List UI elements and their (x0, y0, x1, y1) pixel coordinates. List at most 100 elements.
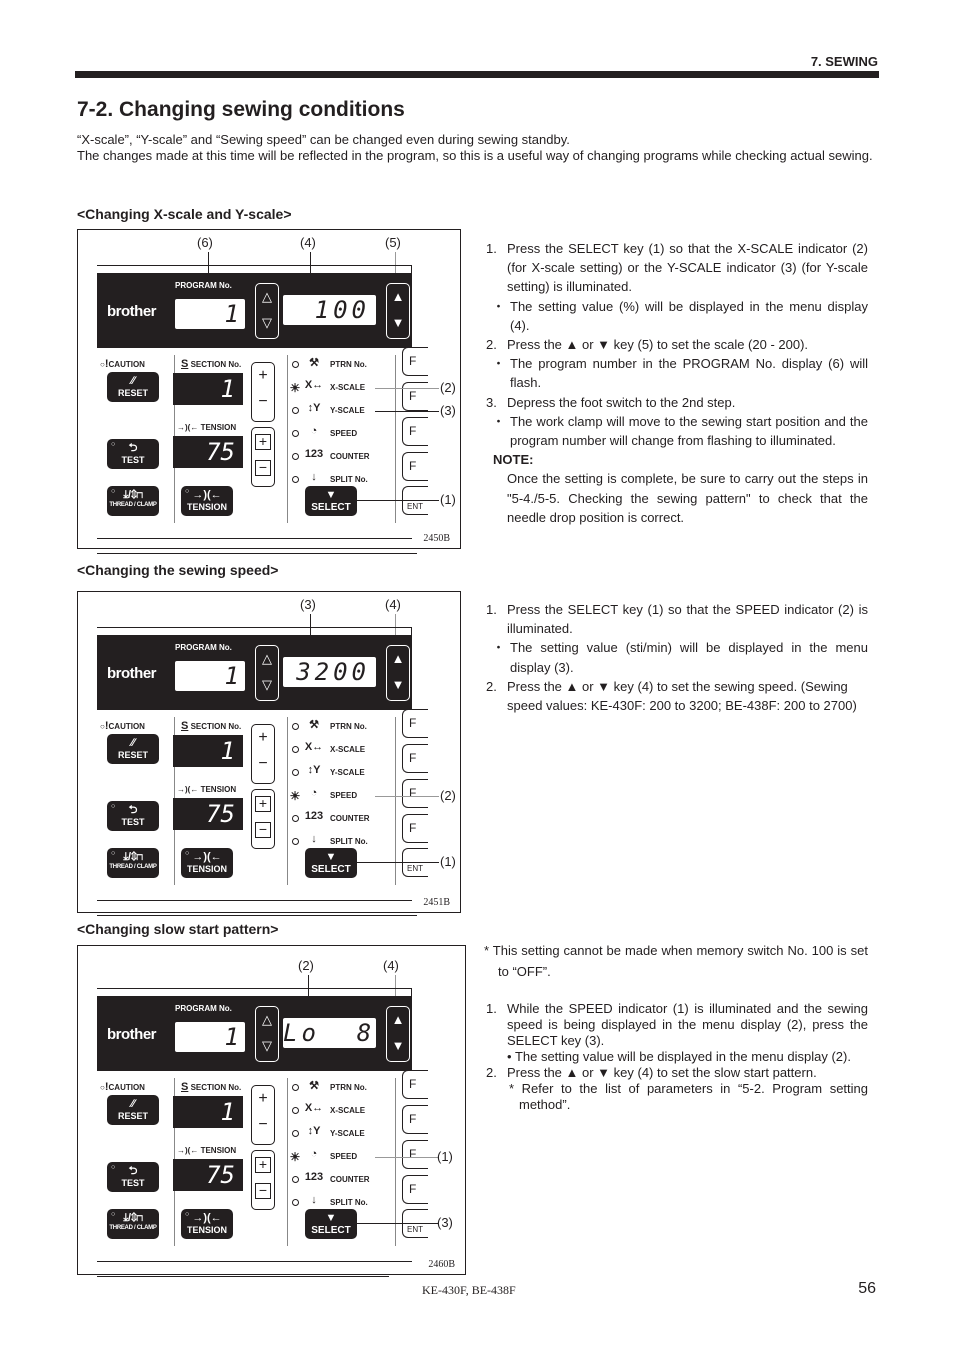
indicator-label: COUNTER (330, 814, 370, 823)
select-label: SELECT (311, 1225, 351, 1236)
down-arrow-icon[interactable]: ▼ (387, 310, 409, 336)
callout-leader (375, 411, 439, 412)
up-arrow-icon[interactable]: ▲ (387, 646, 409, 672)
up-arrow-icon[interactable]: ▲ (387, 1007, 409, 1033)
up-outline-icon[interactable]: △ (256, 646, 278, 672)
minus-box-icon[interactable]: − (252, 1177, 274, 1203)
indicator-y-scale: ↕Y Y-SCALE (290, 402, 390, 424)
test-button[interactable]: ○ ⮌ TEST (107, 1162, 159, 1192)
function-key[interactable]: F (402, 744, 428, 773)
tension-button[interactable]: ○ →)(← TENSION (181, 848, 233, 878)
indicator-speed: ◔ SPEED (290, 425, 390, 447)
function-key[interactable]: F (402, 1140, 428, 1169)
down-arrow-icon[interactable]: ▼ (387, 1033, 409, 1059)
function-key[interactable]: F (402, 1105, 428, 1134)
program-updown-keys[interactable]: △ ▽ (255, 283, 279, 339)
tension-plus-minus[interactable]: + − (251, 1150, 275, 1210)
function-key[interactable]: F (402, 1070, 428, 1099)
select-down-arrow-icon: ▼ (325, 851, 337, 863)
function-key[interactable]: F (402, 779, 428, 808)
tension-display: 75 (173, 798, 243, 830)
caution-label: ○!CAUTION (100, 358, 145, 370)
separator (395, 717, 396, 885)
menu-updown-keys[interactable]: ▲ ▼ (386, 283, 410, 339)
tension-display: 75 (173, 1159, 243, 1191)
menu-updown-keys[interactable]: ▲ ▼ (386, 645, 410, 701)
up-outline-icon[interactable]: △ (256, 284, 278, 310)
callout-menu: (2) (298, 958, 314, 973)
intro-line-1: “X-scale”, “Y-scale” and “Sewing speed” … (77, 132, 570, 147)
thread-clamp-button[interactable]: ○ ⤓/⇕⊓ THREAD / CLAMP (107, 1209, 159, 1239)
function-key[interactable]: F (402, 452, 428, 481)
section-plus-minus[interactable]: + − (251, 362, 275, 422)
menu-display: Lo 8 (283, 1018, 376, 1048)
function-key[interactable]: F (402, 347, 428, 376)
function-key[interactable]: F (402, 709, 428, 738)
thread-clamp-button[interactable]: ○ ⤓/⇕⊓ THREAD / CLAMP (107, 848, 159, 878)
minus-box-icon[interactable]: − (252, 454, 274, 480)
minus-icon[interactable]: − (252, 1112, 274, 1138)
tension-plus-minus[interactable]: + − (251, 789, 275, 849)
down-outline-icon[interactable]: ▽ (256, 310, 278, 336)
tension-text: TENSION (200, 423, 237, 432)
callout-speed: (2) (440, 788, 456, 803)
section-heading-scale: <Changing X-scale and Y-scale> (77, 206, 292, 222)
needle-icon: ↓ (311, 833, 317, 845)
indicator-label: SPEED (330, 791, 358, 800)
plus-box-icon[interactable]: + (252, 790, 274, 816)
select-button[interactable]: ▼ SELECT (305, 486, 357, 516)
tension-button[interactable]: ○ →)(← TENSION (181, 486, 233, 516)
function-key[interactable]: F (402, 382, 428, 411)
section-label: S SECTION No. (181, 358, 241, 370)
led-lit-icon: ☀ (289, 789, 301, 803)
section-text: SECTION No. (190, 360, 242, 369)
down-outline-icon[interactable]: ▽ (256, 672, 278, 698)
pattern-icon: ⚒ (309, 357, 319, 369)
program-updown-keys[interactable]: △ ▽ (255, 1006, 279, 1062)
select-button[interactable]: ▼ SELECT (305, 1209, 357, 1239)
callout-updown: (4) (385, 597, 401, 612)
plus-icon[interactable]: + (252, 363, 274, 389)
menu-updown-keys[interactable]: ▲ ▼ (386, 1006, 410, 1062)
thread-clamp-button[interactable]: ○ ⤓/⇕⊓ THREAD / CLAMP (107, 486, 159, 516)
function-key[interactable]: F (402, 1175, 428, 1204)
minus-box-icon[interactable]: − (252, 816, 274, 842)
callout-leader (375, 388, 439, 389)
program-updown-keys[interactable]: △ ▽ (255, 645, 279, 701)
reset-label: RESET (117, 388, 148, 398)
minus-icon[interactable]: − (252, 751, 274, 777)
indicator-label: Y-SCALE (330, 1129, 365, 1138)
up-arrow-icon[interactable]: ▲ (387, 284, 409, 310)
plus-box-icon[interactable]: + (252, 428, 274, 454)
down-outline-icon[interactable]: ▽ (256, 1033, 278, 1059)
section-plus-minus[interactable]: + − (251, 724, 275, 784)
reset-button[interactable]: ∕∕ RESET (107, 1095, 159, 1125)
function-key[interactable]: F (402, 814, 428, 843)
function-key[interactable]: F (402, 417, 428, 446)
section-plus-minus[interactable]: + − (251, 1085, 275, 1145)
plus-icon[interactable]: + (252, 1086, 274, 1112)
test-button[interactable]: ○ ⮌ TEST (107, 801, 159, 831)
test-button[interactable]: ○ ⮌ TEST (107, 439, 159, 469)
select-button[interactable]: ▼ SELECT (305, 848, 357, 878)
program-label: PROGRAM No. (175, 1004, 232, 1013)
reset-button[interactable]: ∕∕ RESET (107, 372, 159, 402)
y-scale-icon: ↕Y (307, 402, 321, 414)
reset-button[interactable]: ∕∕ RESET (107, 734, 159, 764)
footer-model: KE-430F, BE-438F (422, 1283, 516, 1297)
figure-slow-start: (2) (4) brother PROGRAM No. 1 △ ▽ Lo 8 ▲ ▼ ○!CAUTI… (77, 945, 466, 1277)
tension-button[interactable]: ○ →)(← TENSION (181, 1209, 233, 1239)
plus-box-icon[interactable]: + (252, 1151, 274, 1177)
down-arrow-icon[interactable]: ▼ (387, 672, 409, 698)
up-outline-icon[interactable]: △ (256, 1007, 278, 1033)
tension-plus-minus[interactable]: + − (251, 427, 275, 487)
indicator-x-scale: ☀ X↔ X-SCALE (290, 379, 390, 401)
led-off-icon (292, 1084, 299, 1091)
minus-icon[interactable]: − (252, 389, 274, 415)
led-lit-icon: ☀ (289, 1150, 301, 1164)
callout-leader (357, 500, 439, 501)
plus-icon[interactable]: + (252, 725, 274, 751)
panel-bottom-rule (97, 553, 417, 554)
led-off-icon (292, 476, 299, 483)
callout-leader (357, 1223, 439, 1224)
